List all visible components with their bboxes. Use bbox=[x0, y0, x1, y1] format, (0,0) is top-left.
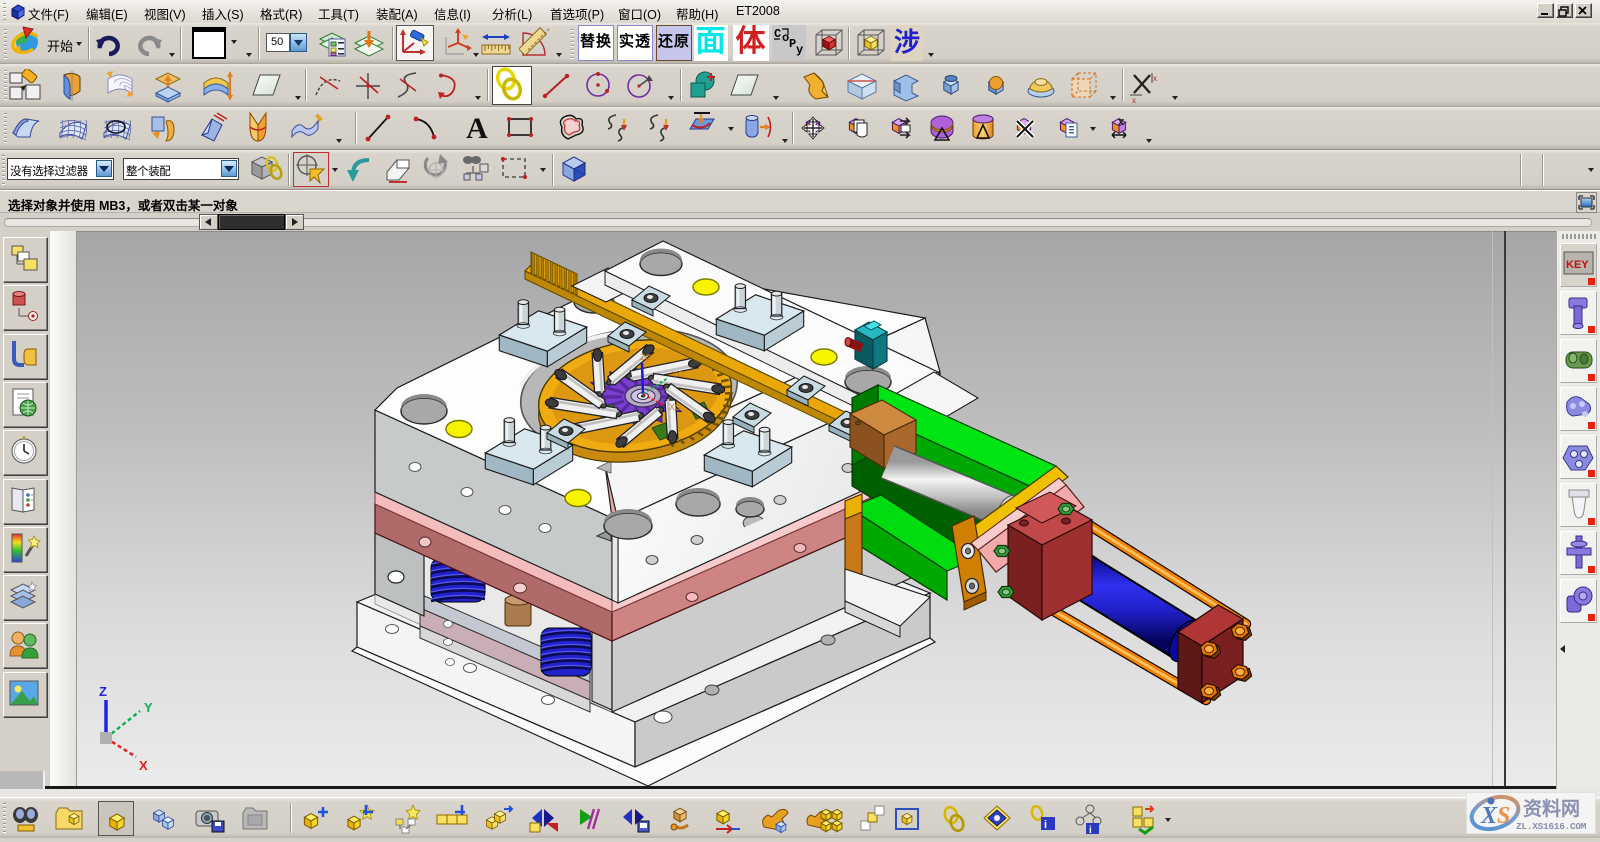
svg-text:KEY: KEY bbox=[1566, 259, 1589, 271]
svg-text:YC: YC bbox=[672, 369, 684, 379]
svg-text:i: i bbox=[1044, 819, 1047, 831]
svg-text:x: x bbox=[1153, 74, 1157, 83]
svg-text:ZL.XS1616.COM: ZL.XS1616.COM bbox=[1516, 821, 1587, 832]
svg-text:ZC: ZC bbox=[640, 352, 651, 362]
svg-text:资料网: 资料网 bbox=[1523, 797, 1580, 820]
svg-text:x: x bbox=[1118, 116, 1125, 128]
svg-text:i: i bbox=[1089, 825, 1092, 836]
svg-text:Z: Z bbox=[99, 684, 107, 699]
svg-text:X: X bbox=[1480, 803, 1498, 829]
svg-text:S: S bbox=[1497, 803, 1510, 829]
svg-text:XC: XC bbox=[669, 402, 681, 412]
svg-text:y: y bbox=[796, 43, 803, 57]
svg-text:X: X bbox=[139, 758, 148, 773]
svg-text:Y: Y bbox=[144, 700, 153, 715]
svg-text:x: x bbox=[1132, 96, 1136, 103]
